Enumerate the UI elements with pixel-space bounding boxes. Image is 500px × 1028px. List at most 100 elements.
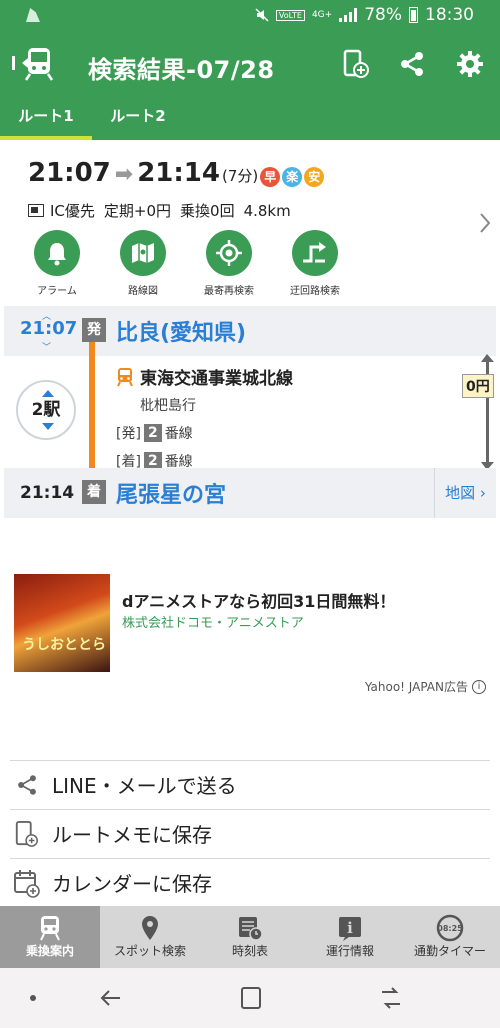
- memo-add-icon: [343, 49, 369, 78]
- route-meta: IC優先 定期+0円 乗換0回 4.8km: [28, 200, 291, 221]
- train-icon: [117, 367, 133, 386]
- svg-text:i: i: [347, 919, 353, 937]
- route-map-icon: [132, 243, 154, 263]
- share-icon: [401, 52, 423, 76]
- route-tabs: ルート1 ルート2: [0, 96, 500, 140]
- depart-time: 21:07: [28, 158, 111, 188]
- departure-platform-number: 2: [143, 424, 162, 442]
- duration: (7分): [221, 167, 259, 185]
- share-icon: [18, 774, 36, 795]
- line-info: 東海交通事業城北線 枇杷島行 [発] 2 番線 [着] 2 番線: [116, 364, 293, 471]
- route-actions: アラーム 路線図 最寄再検索 迂回路検索: [14, 230, 358, 297]
- battery-percent: 78%: [364, 5, 402, 25]
- battery-icon: [409, 7, 418, 23]
- stop-count: 2駅: [31, 400, 61, 420]
- home-icon[interactable]: [238, 986, 264, 1010]
- nav-spot-search[interactable]: スポット検索: [100, 906, 200, 968]
- nearest-research-label: 最寄再検索: [204, 286, 254, 297]
- route-summary[interactable]: 21:07 ➡ 21:14 (7分) 早 楽 安 IC優先 定期+0円 乗換0回…: [0, 140, 500, 308]
- nav-timetable-label: 時刻表: [231, 944, 268, 958]
- commuter-fare: 定期+0円: [103, 202, 172, 220]
- departure-platform-label: [発]: [116, 426, 141, 442]
- ic-priority: IC優先: [50, 202, 95, 220]
- send-line-mail-label: LINE・メールで送る: [52, 774, 237, 798]
- nav-service-info[interactable]: i 運行情報: [300, 906, 400, 968]
- recents-icon[interactable]: [378, 986, 404, 1010]
- signal-icon: [339, 8, 358, 22]
- nav-commute-timer[interactable]: 08:25 通勤タイマー: [400, 906, 500, 968]
- stop-count-toggle[interactable]: 2駅: [16, 380, 76, 440]
- arrival-station[interactable]: 尾張星の宮: [116, 477, 226, 509]
- train-back-icon[interactable]: [10, 46, 56, 82]
- arrival-row[interactable]: 21:14 着 尾張星の宮 地図 ›: [4, 468, 496, 518]
- send-line-mail-button[interactable]: LINE・メールで送る: [10, 760, 490, 808]
- line-name-row[interactable]: 東海交通事業城北線: [116, 364, 293, 389]
- transfer-count: 乗換0回: [180, 202, 235, 220]
- clock: 18:30: [425, 5, 474, 25]
- network-indicator: 4G+: [311, 9, 333, 20]
- badge-easy: 楽: [282, 167, 303, 187]
- svg-text:08:25: 08:25: [437, 924, 463, 933]
- nav-timetable[interactable]: 時刻表: [200, 906, 300, 968]
- share-button[interactable]: [394, 46, 430, 82]
- gear-icon: [457, 51, 483, 77]
- arrival-time: 21:14: [20, 483, 75, 503]
- chevron-right-icon[interactable]: [478, 212, 492, 234]
- caret-down-icon: [42, 423, 54, 430]
- ad-title[interactable]: dアニメストアなら初回31日間無料！: [122, 588, 395, 612]
- ad-image[interactable]: うしおととら: [14, 574, 110, 672]
- notification-icon: [26, 8, 40, 22]
- detour-search-button[interactable]: 迂回路検索: [272, 230, 358, 297]
- map-link[interactable]: 地図 ›: [434, 468, 496, 518]
- save-route-memo-button[interactable]: ルートメモに保存: [10, 809, 490, 857]
- route-map-button[interactable]: 路線図: [100, 230, 186, 297]
- save-calendar-button[interactable]: カレンダーに保存: [10, 858, 490, 906]
- detour-icon: [303, 242, 326, 263]
- arrow-right-icon: ➡: [114, 162, 134, 187]
- departure-platform: [発] 2 番線: [116, 423, 293, 443]
- tab-route-2[interactable]: ルート2: [92, 96, 184, 140]
- ad-sponsor[interactable]: 株式会社ドコモ・アニメストア: [122, 612, 304, 631]
- app-bar: 検索結果-07/28: [0, 32, 500, 96]
- ic-card-icon: [28, 204, 44, 217]
- save-calendar-label: カレンダーに保存: [52, 872, 212, 896]
- departure-row[interactable]: ︿ 21:07 ﹀ 発 比良(愛知県): [4, 306, 496, 356]
- caret-down-icon: ﹀: [42, 343, 52, 353]
- alarm-button[interactable]: アラーム: [14, 230, 100, 297]
- back-icon[interactable]: [98, 986, 124, 1010]
- map-link-label: 地図: [445, 484, 476, 502]
- nearest-research-button[interactable]: 最寄再検索: [186, 230, 272, 297]
- nav-transit[interactable]: 乗換案内: [0, 906, 100, 968]
- status-icons: VoLTE 4G+ 78% 18:30: [255, 5, 474, 25]
- line-name: 東海交通事業城北線: [140, 369, 293, 389]
- bell-icon: [48, 243, 66, 266]
- badge-fast: 早: [260, 167, 281, 187]
- departure-tag: 発: [82, 318, 106, 342]
- pin-icon: [142, 916, 158, 940]
- ad-label[interactable]: Yahoo! JAPAN広告 i: [365, 678, 486, 695]
- bottom-nav: 乗換案内 スポット検索 時刻表 i 運行情報 08:25 通勤タイマー: [0, 906, 500, 968]
- departure-station[interactable]: 比良(愛知県): [116, 315, 246, 347]
- arrival-tag: 着: [82, 480, 106, 504]
- route-map-label: 路線図: [128, 286, 158, 297]
- calendar-add-icon: [14, 869, 40, 898]
- detour-search-label: 迂回路検索: [290, 286, 340, 297]
- fare-label: 0円: [462, 374, 494, 398]
- nav-transit-label: 乗換案内: [25, 944, 74, 958]
- caret-up-icon: [42, 390, 54, 397]
- settings-button[interactable]: [452, 46, 488, 82]
- volte-indicator: VoLTE: [275, 9, 305, 21]
- nav-commute-timer-label: 通勤タイマー: [413, 944, 486, 958]
- tab-route-1[interactable]: ルート1: [0, 96, 92, 140]
- dot-icon: [30, 995, 36, 1001]
- route-times: 21:07 ➡ 21:14 (7分) 早 楽 安: [28, 158, 325, 188]
- info-icon: i: [472, 679, 486, 694]
- ad-image-logo: うしおととら: [22, 637, 106, 653]
- timetable-icon: [239, 917, 263, 941]
- memo-save-button[interactable]: [338, 46, 374, 82]
- memo-add-icon: [15, 820, 38, 847]
- departure-time: 21:07: [20, 318, 78, 339]
- info-icon: i: [339, 917, 361, 941]
- bound-for: 枇杷島行: [140, 398, 196, 414]
- badge-cheap: 安: [304, 167, 325, 187]
